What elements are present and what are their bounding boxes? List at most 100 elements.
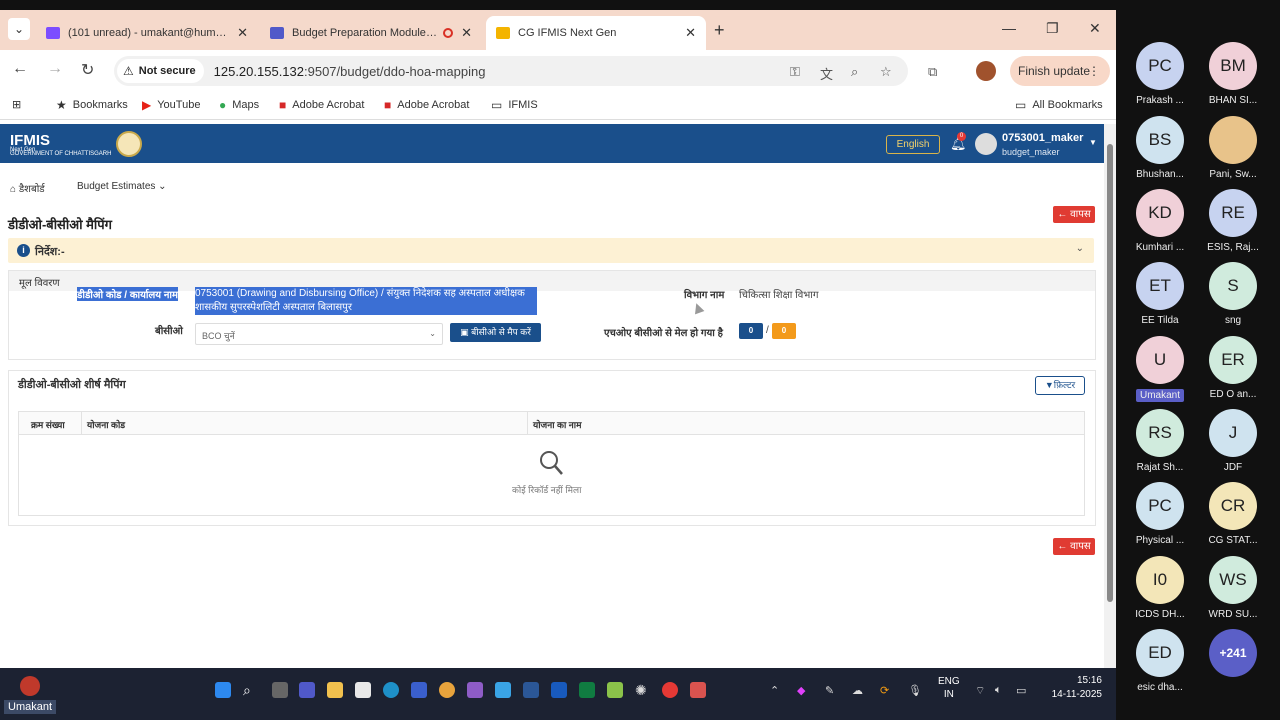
back-button[interactable]: ← वापस [1053,206,1095,223]
forward-arrow-icon[interactable]: → [47,60,63,78]
participant[interactable]: ER ED O an... [1198,336,1268,400]
cloud-icon[interactable]: ☁ [852,684,863,697]
extensions-icon[interactable]: ⧉ [928,64,937,80]
bookmark-youtube[interactable]: ▶ YouTube [142,98,200,112]
chevron-down-icon[interactable]: ⌄ [1076,243,1084,254]
excel-icon[interactable] [579,682,595,698]
minimize-icon[interactable]: — [1002,20,1016,36]
finish-update-button[interactable]: Finish update ⋮ [1010,56,1110,86]
zoom-icon[interactable]: ⌕ [851,64,858,80]
ifmis-logo[interactable]: IFMIS Next Gen GOVERNMENT OF CHHATTISGAR… [10,132,111,157]
close-icon[interactable]: ✕ [237,25,248,41]
wifi-icon[interactable]: ⌔ [975,684,985,698]
apps-icon[interactable]: ⊞ [12,98,21,111]
all-bookmarks[interactable]: ▭ All Bookmarks [1015,98,1103,112]
star-icon[interactable]: ☆ [880,64,892,80]
participant[interactable]: BM BHAN SI... [1198,42,1268,106]
tab-search-icon[interactable]: ⌄ [8,18,30,40]
participant[interactable]: PC Physical ... [1125,482,1195,546]
bco-select[interactable]: BCO चुनें ⌄ [195,323,443,345]
participant[interactable]: J JDF [1198,409,1268,473]
bookmark-acrobat[interactable]: ■ Adobe Acrobat [279,98,364,112]
kebab-menu-icon[interactable]: ⋮ [1088,56,1100,86]
user-name[interactable]: 0753001_maker [1002,132,1083,144]
participant[interactable]: I0 ICDS DH... [1125,556,1195,620]
participant[interactable]: CR CG STAT... [1198,482,1268,546]
tray-chevron-icon[interactable]: ⌃ [770,684,779,697]
teams-self-avatar-icon[interactable] [20,676,40,696]
search-icon[interactable]: ⌕ [243,682,259,698]
windows-start-icon[interactable] [215,682,231,698]
column-header[interactable]: क्रम संख्या [31,418,65,431]
scrollbar-thumb[interactable] [1107,144,1113,602]
menu-dashboard[interactable]: ⌂ डैशबोर्ड [10,181,45,195]
file-explorer-icon[interactable] [327,682,343,698]
translate-icon[interactable]: 文 [820,64,833,83]
battery-icon[interactable]: ▭ [1016,684,1026,697]
teams-icon[interactable] [299,682,315,698]
back-button-bottom[interactable]: ← वापस [1053,538,1095,555]
participant[interactable]: BS Bhushan... [1125,116,1195,180]
key-icon[interactable]: ⚿ [790,64,800,80]
restore-icon[interactable]: ❐ [1046,20,1059,37]
back-arrow-icon[interactable]: ← [12,60,28,78]
close-icon[interactable]: ✕ [461,25,472,41]
menu-budget-estimates[interactable]: Budget Estimates ⌄ [77,181,167,192]
participant[interactable]: WS WRD SU... [1198,556,1268,620]
tray-app-icon[interactable]: ◆ [797,684,805,697]
app-l-icon[interactable] [411,682,427,698]
user-avatar[interactable] [975,133,997,155]
reload-icon[interactable]: ↻ [81,60,94,80]
app-icon[interactable] [690,682,706,698]
word-icon[interactable] [551,682,567,698]
page-scrollbar[interactable] [1104,124,1116,668]
tab-ifmis[interactable]: CG IFMIS Next Gen ✕ [486,16,706,50]
volume-icon[interactable]: 🔈︎ [995,684,1002,697]
instructions-panel[interactable]: i निर्देश:- ⌄ [8,238,1094,263]
more-participants-button[interactable]: +241 [1198,629,1268,677]
participant[interactable]: RS Rajat Sh... [1125,409,1195,473]
bookmark-bookmarks[interactable]: ★ Bookmarks [56,98,128,112]
app-icon[interactable] [607,682,623,698]
bookmark-acrobat[interactable]: ■ Adobe Acrobat [384,98,469,112]
participant[interactable]: Pani, Sw... [1198,116,1268,180]
filter-button[interactable]: ▼फ़िल्टर [1035,376,1085,395]
chatgpt-icon[interactable]: ✺ [635,682,651,698]
app-icon[interactable] [662,682,678,698]
tab-teams[interactable]: Budget Preparation Module Te... ✕ [260,16,482,50]
language-indicator[interactable]: ENG IN [938,675,960,701]
app-icon[interactable] [495,682,511,698]
edge-icon[interactable] [383,682,399,698]
column-header[interactable]: योजना कोड [87,418,125,431]
column-header[interactable]: योजना का नाम [533,418,582,431]
outlook-icon[interactable] [523,682,539,698]
new-tab-icon[interactable]: + [714,20,725,41]
address-bar[interactable]: ⚠ Not secure 125.20.155.132:9507/budget/… [114,56,908,86]
pen-icon[interactable]: ✎ [825,684,834,697]
copilot-icon[interactable] [467,682,483,698]
participant[interactable]: U Umakant [1125,336,1195,407]
profile-avatar[interactable] [976,61,996,81]
map-bco-button[interactable]: ▣ बीसीओ से मैप करें [450,323,541,342]
participant[interactable]: KD Kumhari ... [1125,189,1195,253]
task-view-icon[interactable] [272,682,288,698]
tray-app-icon[interactable]: ⟳ [880,684,889,697]
participant[interactable]: ED esic dha... [1125,629,1195,693]
security-chip[interactable]: ⚠ Not secure [117,59,204,83]
url-text[interactable]: 125.20.155.132:9507/budget/ddo-hoa-mappi… [214,64,486,79]
participant[interactable]: Ssng [1198,262,1268,326]
participant[interactable]: ET EE Tilda [1125,262,1195,326]
store-icon[interactable] [355,682,371,698]
window-close-icon[interactable]: ✕ [1089,20,1101,37]
mic-icon[interactable]: 🎙︎ [908,684,922,697]
close-icon[interactable]: ✕ [685,25,696,41]
tab-mail[interactable]: (101 unread) - umakant@humanit... ✕ [36,16,258,50]
chevron-down-icon[interactable]: ▼ [1089,138,1097,147]
participant[interactable]: RE ESIS, Raj... [1198,189,1268,253]
bookmark-maps[interactable]: ● Maps [219,98,259,112]
participant[interactable]: PC Prakash ... [1125,42,1195,106]
chrome-icon[interactable] [439,682,455,698]
bookmark-ifmis[interactable]: ▭ IFMIS [491,98,538,112]
language-button[interactable]: English [886,135,940,154]
system-clock[interactable]: 15:16 14-11-2025 [1042,674,1102,702]
